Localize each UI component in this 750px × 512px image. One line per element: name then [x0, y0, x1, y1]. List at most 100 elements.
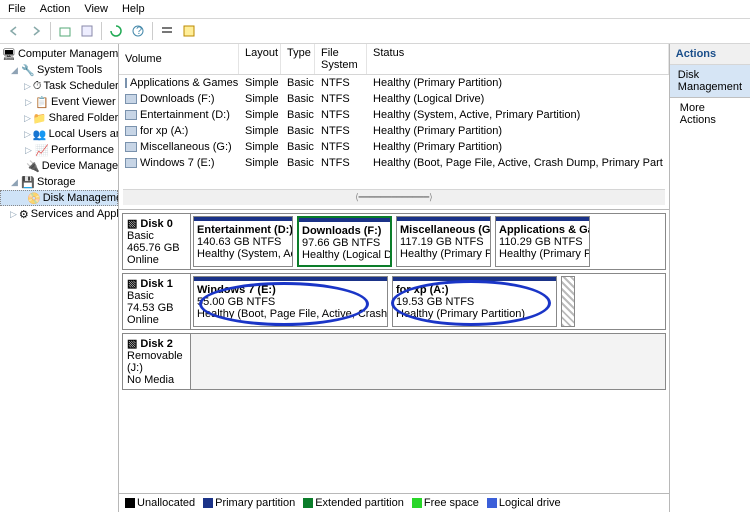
tree-services[interactable]: ▷⚙Services and Applications [0, 206, 118, 222]
tree-shared-folders[interactable]: ▷📁Shared Folders [0, 110, 118, 126]
tree-root[interactable]: 🖥Computer Management (Local [0, 46, 118, 62]
settings-button[interactable] [179, 21, 199, 41]
expand-icon[interactable]: ▷ [24, 113, 31, 124]
volume-name: Windows 7 (E:) [140, 157, 215, 169]
actions-more[interactable]: More Actions [670, 98, 750, 130]
tree-system-tools[interactable]: ◢🔧System Tools [0, 62, 118, 78]
partition[interactable]: for xp (A:) 19.53 GB NTFS Healthy (Prima… [392, 276, 557, 327]
disk-state: Online [127, 314, 186, 326]
up-button[interactable] [55, 21, 75, 41]
properties-button[interactable] [77, 21, 97, 41]
partition-size: 97.66 GB NTFS [302, 237, 380, 249]
volume-type: Basic [281, 156, 315, 170]
horizontal-scrollbar[interactable]: ⟨━━━━━━━━━━━━━⟩ [123, 189, 665, 205]
volume-type: Basic [281, 124, 315, 138]
partition-status: Healthy (Boot, Page File, Active, Crash … [197, 308, 388, 320]
volume-layout: Simple [239, 156, 281, 170]
tree-storage[interactable]: ◢💾Storage [0, 174, 118, 190]
disk-size: 74.53 GB [127, 302, 186, 314]
volume-type: Basic [281, 76, 315, 90]
partition-title: Miscellaneous (G:) [400, 224, 487, 236]
back-button[interactable] [4, 21, 24, 41]
toolbar: ? [0, 19, 750, 44]
partition[interactable]: Miscellaneous (G:) 117.19 GB NTFS Health… [396, 216, 491, 267]
disk-row[interactable]: ▧Disk 1 Basic 74.53 GB OnlineWindows 7 (… [122, 273, 666, 330]
legend-free: Free space [424, 497, 479, 509]
col-layout[interactable]: Layout [239, 44, 281, 74]
drive-icon [125, 158, 137, 168]
volume-layout: Simple [239, 76, 281, 90]
tree-device-manager[interactable]: 🔌Device Manager [0, 158, 118, 174]
legend-logical: Logical drive [499, 497, 561, 509]
unallocated-space[interactable] [561, 276, 575, 327]
volume-list[interactable]: Applications & Games (C:) Simple Basic N… [119, 75, 669, 185]
disk-name: ▧Disk 1 [127, 277, 186, 290]
expand-icon[interactable]: ▷ [24, 97, 33, 108]
partition-size: 140.63 GB NTFS [197, 236, 281, 248]
drive-icon [125, 126, 137, 136]
volume-row[interactable]: for xp (A:) Simple Basic NTFS Healthy (P… [119, 123, 669, 139]
menu-file[interactable]: File [8, 3, 26, 15]
partition-status: Healthy (Primary Part [400, 248, 491, 260]
refresh-button[interactable] [106, 21, 126, 41]
disk-icon: ▧ [127, 337, 137, 350]
collapse-icon[interactable]: ◢ [10, 177, 19, 188]
disk-row[interactable]: ▧Disk 2 Removable (J:) No Media [122, 333, 666, 390]
col-status[interactable]: Status [367, 44, 669, 74]
partition[interactable]: Applications & Game 110.29 GB NTFS Healt… [495, 216, 590, 267]
gear-icon: ⚙ [19, 207, 29, 221]
partition-size: 110.29 GB NTFS [499, 236, 583, 248]
menu-help[interactable]: Help [122, 3, 145, 15]
tree-disk-management[interactable]: 📀Disk Management [0, 190, 118, 206]
partition-status: Healthy (Primary Partition) [396, 308, 525, 320]
col-type[interactable]: Type [281, 44, 315, 74]
expand-icon[interactable]: ▷ [24, 145, 33, 156]
tree-task-scheduler[interactable]: ▷⏱Task Scheduler [0, 78, 118, 94]
col-filesystem[interactable]: File System [315, 44, 367, 74]
legend-primary: Primary partition [215, 497, 295, 509]
disk-row[interactable]: ▧Disk 0 Basic 465.76 GB OnlineEntertainm… [122, 213, 666, 270]
drive-icon [125, 142, 137, 152]
volume-row[interactable]: Windows 7 (E:) Simple Basic NTFS Healthy… [119, 155, 669, 171]
volume-status: Healthy (Logical Drive) [367, 92, 669, 106]
volume-row[interactable]: Downloads (F:) Simple Basic NTFS Healthy… [119, 91, 669, 107]
menu-view[interactable]: View [84, 3, 108, 15]
tools-icon: 🔧 [21, 63, 35, 77]
volume-fs: NTFS [315, 124, 367, 138]
collapse-icon[interactable]: ◢ [10, 65, 19, 76]
actions-section[interactable]: Disk Management [670, 65, 750, 98]
tree-local-users[interactable]: ▷👥Local Users and Groups [0, 126, 118, 142]
device-icon: 🔌 [26, 159, 40, 173]
volume-layout: Simple [239, 140, 281, 154]
volume-fs: NTFS [315, 108, 367, 122]
volume-name: Downloads (F:) [140, 93, 215, 105]
drive-icon [125, 94, 137, 104]
partition[interactable]: Windows 7 (E:) 55.00 GB NTFS Healthy (Bo… [193, 276, 388, 327]
expand-icon[interactable]: ▷ [24, 129, 31, 140]
volume-row[interactable]: Applications & Games (C:) Simple Basic N… [119, 75, 669, 91]
navigation-tree[interactable]: 🖥Computer Management (Local ◢🔧System Too… [0, 44, 119, 512]
tree-performance[interactable]: ▷📈Performance [0, 142, 118, 158]
volume-name: Entertainment (D:) [140, 109, 230, 121]
disk-kind: Basic [127, 230, 186, 242]
volume-status: Healthy (Primary Partition) [367, 124, 669, 138]
drive-icon [125, 78, 127, 88]
menu-action[interactable]: Action [40, 3, 71, 15]
volume-fs: NTFS [315, 140, 367, 154]
partition[interactable]: Entertainment (D:) 140.63 GB NTFS Health… [193, 216, 293, 267]
expand-icon[interactable]: ▷ [24, 81, 31, 92]
col-volume[interactable]: Volume [119, 44, 239, 74]
partition-size: 55.00 GB NTFS [197, 296, 275, 308]
expand-icon[interactable]: ▷ [10, 209, 17, 220]
partition[interactable]: Downloads (F:) 97.66 GB NTFS Healthy (Lo… [297, 216, 392, 267]
list-button[interactable] [157, 21, 177, 41]
tree-event-viewer[interactable]: ▷📋Event Viewer [0, 94, 118, 110]
disk-graphic-pane[interactable]: ▧Disk 0 Basic 465.76 GB OnlineEntertainm… [119, 209, 669, 493]
volume-name: Applications & Games (C:) [130, 77, 239, 89]
forward-button[interactable] [26, 21, 46, 41]
volume-row[interactable]: Entertainment (D:) Simple Basic NTFS Hea… [119, 107, 669, 123]
volume-row[interactable]: Miscellaneous (G:) Simple Basic NTFS Hea… [119, 139, 669, 155]
disk-size: 465.76 GB [127, 242, 186, 254]
volume-status: Healthy (Boot, Page File, Active, Crash … [367, 156, 669, 170]
help-button[interactable]: ? [128, 21, 148, 41]
